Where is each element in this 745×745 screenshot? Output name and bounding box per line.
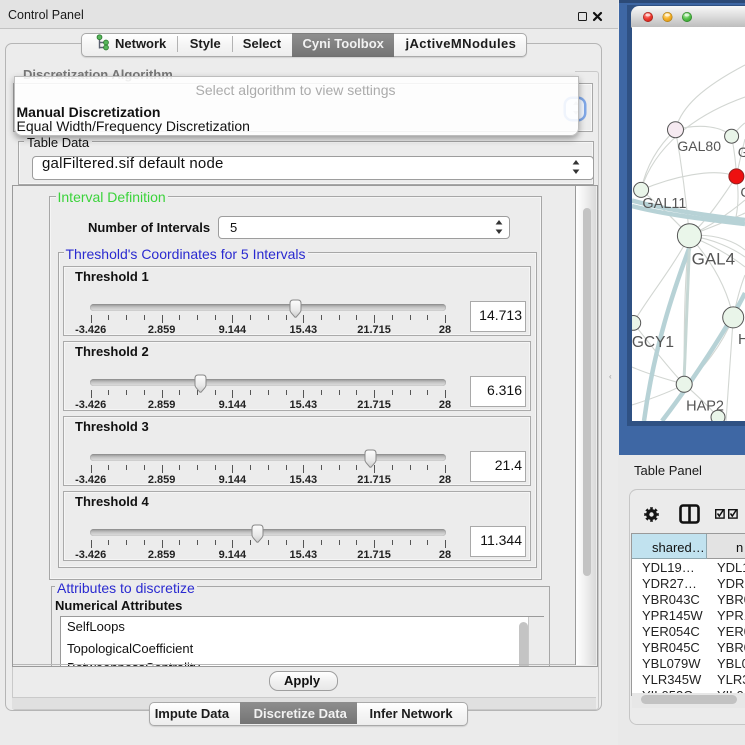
svg-text:GCY1: GCY1 <box>632 334 674 351</box>
svg-text:C: C <box>740 184 745 200</box>
svg-text:G: G <box>738 144 745 160</box>
svg-text:H: H <box>738 331 745 348</box>
svg-text:HAP2: HAP2 <box>686 398 724 414</box>
svg-text:GAL4: GAL4 <box>692 250 735 269</box>
svg-text:GAL11: GAL11 <box>642 196 686 212</box>
svg-text:GAL80: GAL80 <box>677 138 721 154</box>
